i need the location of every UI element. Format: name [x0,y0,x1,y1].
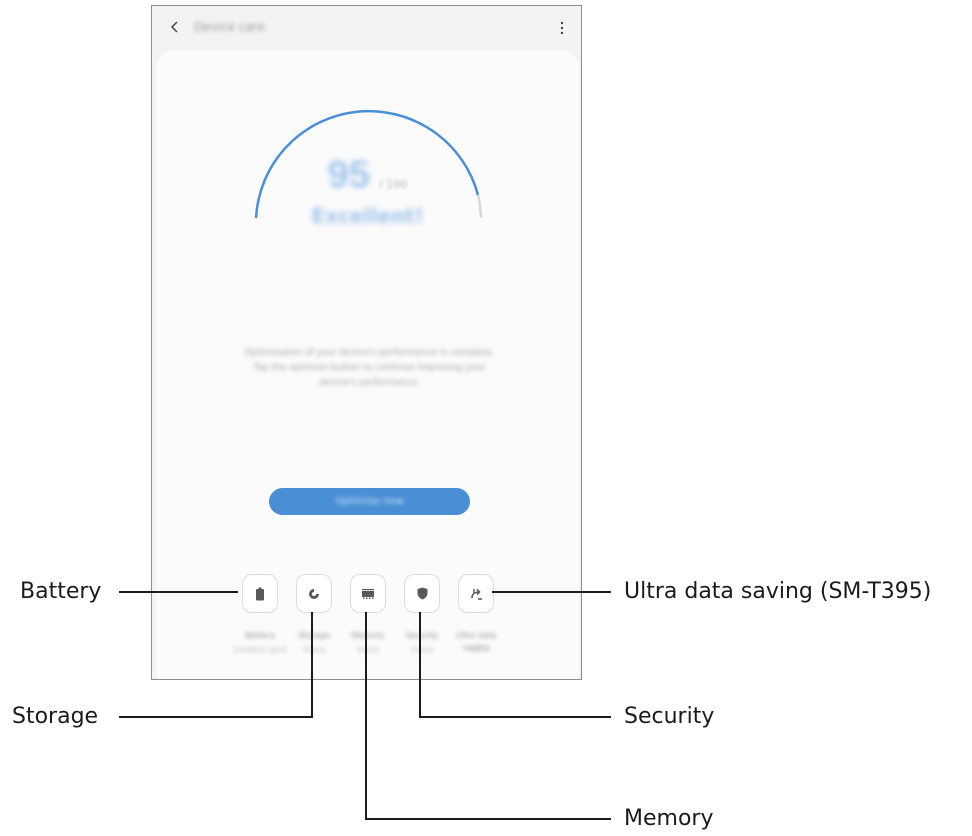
shield-icon [417,587,427,600]
ultra-data-saving-leader-line [492,591,611,593]
device-care-card: 95 / 100 Excellent! Optimisation of your… [156,50,579,679]
score-gauge [254,109,483,219]
battery-leader-line [119,591,238,593]
score-max: / 100 [379,178,408,191]
security-tile-status: Status [410,646,434,654]
optimise-now-button[interactable]: Optimise now [269,488,470,515]
battery-icon [256,587,264,600]
memory-tile[interactable] [350,574,386,613]
security-tile-label: Security [405,631,439,640]
storage-tile-label: Storage [298,631,330,640]
storage-leader-vertical [311,612,313,718]
battery-tile-label: Battery [245,631,275,640]
optimise-description: Optimisation of your device's performanc… [244,348,495,388]
app-bar: Device care [152,6,581,50]
app-title: Device care [194,20,265,34]
phone-screen: Device care 95 / 100 Excellent! Optimisa… [151,5,582,680]
security-leader-horizontal [419,716,611,718]
ultra-data-saving-tile-status: Off [470,646,482,654]
memory-tile-status: Status [356,646,380,654]
chevron-left-icon[interactable] [168,18,182,36]
battery-tile-status: Condition good [233,646,287,654]
security-leader-vertical [419,612,421,718]
storage-tile-status: Status [302,646,326,654]
memory-leader-vertical [365,612,367,820]
optimise-now-label: Optimise now [335,496,404,507]
security-tile[interactable] [404,574,440,613]
callout-battery: Battery [20,579,102,604]
memory-leader-horizontal [365,818,611,820]
ultra-data-saving-tile[interactable] [458,574,494,613]
memory-tile-label: Memory [351,631,385,640]
storage-leader-horizontal [119,716,313,718]
callout-ultra-data-saving: Ultra data saving (SM-T395) [624,579,932,604]
score-value: 95 [327,154,370,196]
storage-pie-icon [309,588,319,599]
score-status: Excellent! [311,204,424,228]
more-vert-icon[interactable] [559,19,565,37]
memory-chip-icon [362,588,374,599]
storage-tile[interactable] [296,574,332,613]
data-saving-icon [470,588,482,600]
score-container: 95 / 100 [156,154,579,197]
battery-tile[interactable] [242,574,278,613]
callout-memory: Memory [624,806,714,831]
callout-security: Security [624,704,715,729]
callout-storage: Storage [12,704,99,729]
